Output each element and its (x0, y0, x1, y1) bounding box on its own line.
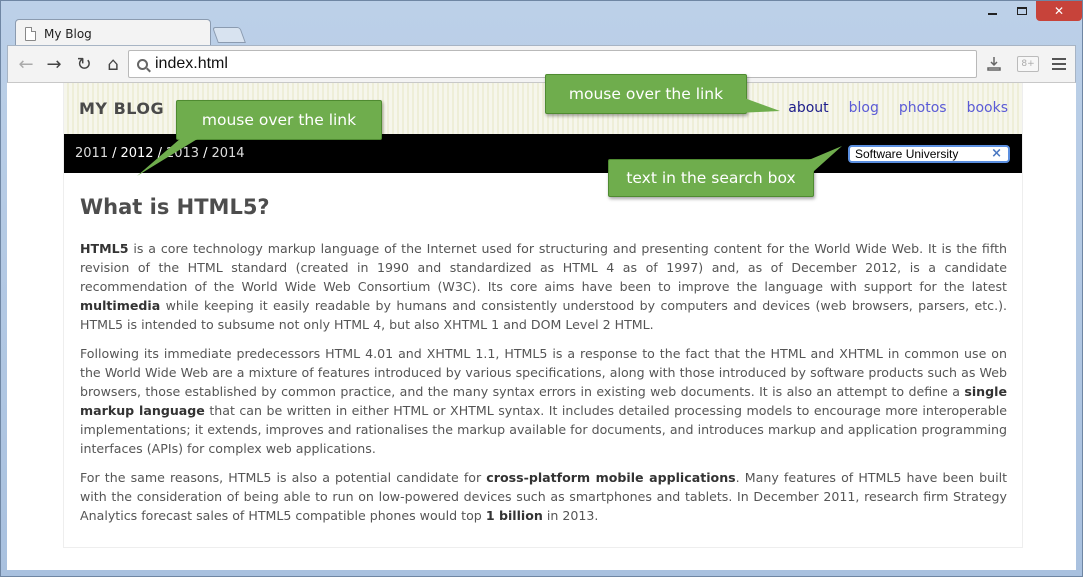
callout-text: text in the search box (626, 169, 796, 187)
paragraph-text: while keeping it easily readable by huma… (80, 298, 1007, 332)
bold-text: cross-platform mobile applications (486, 470, 736, 485)
home-icon: ⌂ (107, 53, 119, 75)
tab-title: My Blog (44, 27, 92, 41)
back-button[interactable]: ← (14, 52, 38, 76)
callout-left-link: mouse over the link (137, 100, 382, 176)
tab-content[interactable]: My Blog (25, 22, 211, 46)
callout-search-box: text in the search box (608, 146, 842, 197)
extension-badge: 8+ (1021, 59, 1035, 69)
callout-pointer (736, 95, 780, 113)
paragraph-text: For the same reasons, HTML5 is also a po… (80, 470, 487, 485)
close-button[interactable]: ✕ (1036, 1, 1082, 21)
paragraph-text: in 2013. (542, 508, 599, 523)
address-text[interactable]: index.html (155, 55, 228, 73)
bold-text: multimedia (80, 298, 161, 313)
article-paragraph-3: For the same reasons, HTML5 is also a po… (80, 468, 1007, 525)
menu-icon[interactable] (1048, 54, 1070, 74)
year-link-2014[interactable]: 2014 (211, 146, 244, 161)
article-paragraph-1: HTML5 is a core technology markup langua… (80, 239, 1007, 334)
page-icon (25, 27, 36, 41)
reload-icon: ↻ (76, 53, 92, 75)
year-separator: / (112, 146, 117, 161)
year-link-2012[interactable]: 2012 (120, 146, 153, 161)
arrow-right-icon: → (46, 53, 62, 75)
download-icon[interactable] (983, 54, 1005, 74)
site-search-input[interactable] (855, 147, 985, 161)
bold-text: 1 billion (485, 508, 543, 523)
paragraph-text: Following its immediate predecessors HTM… (80, 346, 1007, 399)
window-controls: ✕ (978, 1, 1082, 21)
paragraph-text: is a core technology markup language of … (80, 241, 1007, 294)
article-title: What is HTML5? (80, 195, 270, 219)
site-search-box[interactable]: × (848, 145, 1010, 163)
callout-text: mouse over the link (568, 85, 724, 103)
year-link-2011[interactable]: 2011 (75, 146, 108, 161)
reload-button[interactable]: ↻ (72, 52, 96, 76)
new-tab-button[interactable] (212, 27, 246, 43)
clear-search-icon[interactable]: × (991, 146, 1002, 161)
maximize-button[interactable] (1007, 1, 1036, 21)
site-logo[interactable]: MY BLOG (79, 99, 164, 118)
browser-toolbar: ← → ↻ ⌂ index.html 8+ (7, 45, 1076, 83)
forward-button[interactable]: → (42, 52, 66, 76)
minimize-button[interactable] (978, 1, 1007, 21)
home-button[interactable]: ⌂ (101, 52, 125, 76)
tab-strip: My Blog ✕ (1, 1, 1082, 47)
nav-link-photos[interactable]: photos (899, 100, 947, 116)
callout-pointer (137, 138, 199, 176)
nav-link-blog[interactable]: blog (849, 100, 879, 116)
arrow-left-icon: ← (18, 53, 34, 75)
nav-link-books[interactable]: books (967, 100, 1008, 116)
minimize-icon (988, 13, 997, 15)
callout-right-link: mouse over the link (545, 74, 780, 114)
nav-link-about[interactable]: about (788, 100, 828, 116)
maximize-icon (1016, 7, 1027, 15)
search-icon (137, 58, 148, 70)
close-icon: ✕ (1053, 4, 1065, 18)
article-paragraph-2: Following its immediate predecessors HTM… (80, 344, 1007, 458)
callout-pointer (804, 146, 842, 180)
site-nav: about blog photos books (788, 100, 1008, 116)
article: What is HTML5? HTML5 is a core technolog… (80, 195, 1007, 535)
bold-text: HTML5 (80, 241, 129, 256)
blog-page: MY BLOG about blog photos books 2011 / 2… (63, 83, 1023, 548)
google-plus-extension-icon[interactable]: 8+ (1017, 56, 1039, 72)
browser-window: My Blog ✕ ← → ↻ ⌂ index.html 8+ MY BLOG … (0, 0, 1083, 577)
callout-text: mouse over the link (201, 111, 357, 129)
paragraph-text: that can be written in either HTML or XH… (80, 403, 1007, 456)
